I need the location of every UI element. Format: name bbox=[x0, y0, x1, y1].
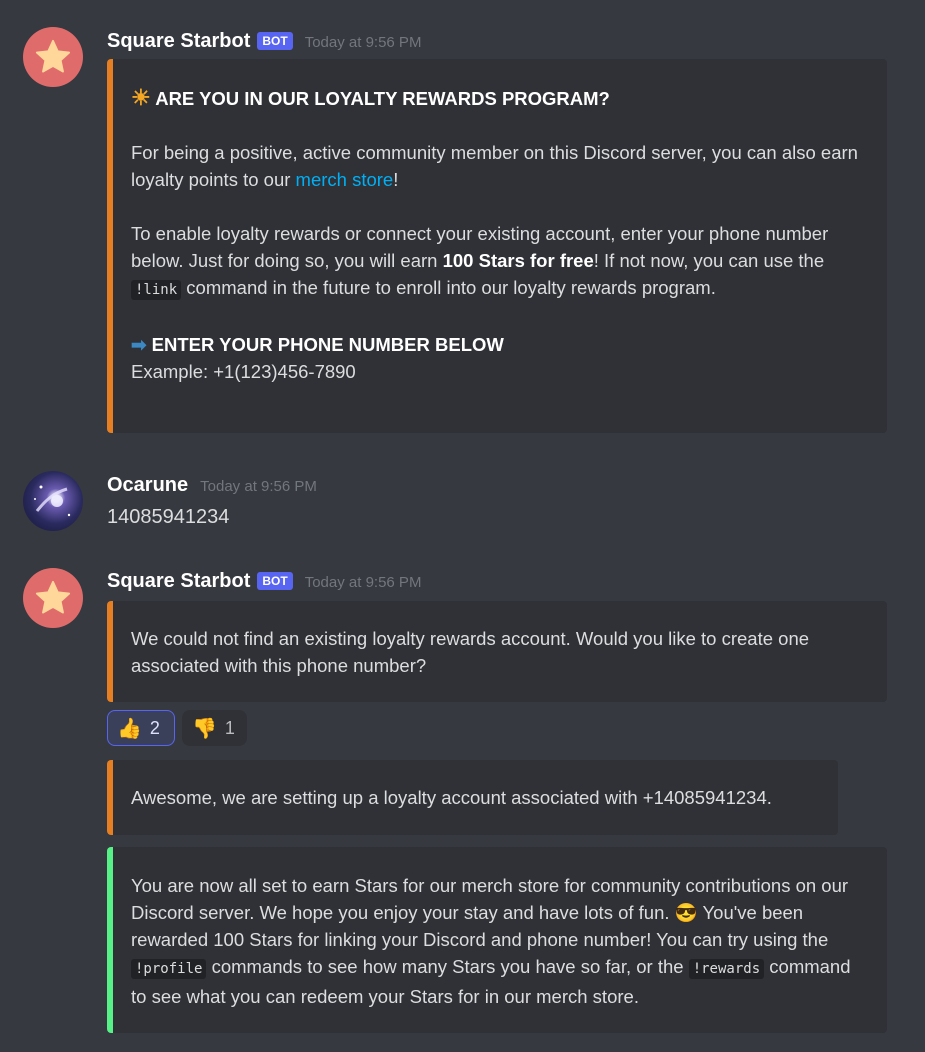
message-content: 14085941234 bbox=[107, 506, 230, 528]
success-embed: You are now all set to earn Stars for ou… bbox=[107, 847, 887, 1033]
p1-end: ! bbox=[393, 169, 399, 190]
timestamp: Today at 9:56 PM bbox=[200, 478, 317, 495]
star-icon bbox=[35, 580, 71, 614]
timestamp: Today at 9:56 PM bbox=[304, 34, 422, 51]
bot-tag: BOT bbox=[257, 572, 293, 590]
username[interactable]: Square Starbot bbox=[107, 570, 250, 593]
subtitle-text: ENTER YOUR PHONE NUMBER BELOW bbox=[151, 334, 504, 355]
thumbs-up-icon: 👍 bbox=[117, 717, 142, 740]
thumbs-down-icon: 👎 bbox=[192, 717, 217, 740]
bot-avatar[interactable] bbox=[23, 568, 83, 628]
sunglasses-emoji-icon: 😎 bbox=[674, 902, 698, 923]
message-header: Square Starbot BOT Today at 9:56 PM bbox=[107, 570, 421, 593]
sun-icon: ☀ bbox=[131, 85, 151, 110]
embed-accent-bar bbox=[107, 601, 113, 702]
p2-text-3: command in the future to enroll into our… bbox=[181, 277, 716, 298]
reaction-count: 1 bbox=[224, 717, 235, 738]
embed-paragraph-2: To enable loyalty rewards or connect you… bbox=[131, 220, 865, 304]
p1-text: For being a positive, active community m… bbox=[131, 142, 858, 190]
username[interactable]: Square Starbot bbox=[107, 30, 250, 53]
reaction-count: 2 bbox=[149, 717, 160, 738]
star-icon bbox=[35, 39, 71, 73]
no-account-embed: We could not find an existing loyalty re… bbox=[107, 601, 887, 702]
p2-text-2: ! If not now, you can use the bbox=[593, 250, 825, 271]
embed-title-text: ARE YOU IN OUR LOYALTY REWARDS PROGRAM? bbox=[155, 88, 610, 109]
merch-store-link[interactable]: merch store bbox=[296, 169, 394, 190]
reaction-thumbs-down[interactable]: 👎 1 bbox=[182, 710, 247, 746]
embed-text: Awesome, we are setting up a loyalty acc… bbox=[131, 787, 772, 808]
link-command-code: !link bbox=[131, 280, 182, 300]
message-header: Square Starbot BOT Today at 9:56 PM bbox=[107, 30, 421, 53]
bot-tag: BOT bbox=[257, 32, 293, 50]
setup-embed: Awesome, we are setting up a loyalty acc… bbox=[107, 760, 838, 835]
embed-text: You are now all set to earn Stars for ou… bbox=[131, 872, 865, 1010]
p2-bold: 100 Stars for free bbox=[442, 250, 594, 271]
reaction-thumbs-up[interactable]: 👍 2 bbox=[107, 710, 175, 746]
embed-accent-bar bbox=[107, 59, 113, 433]
loyalty-embed: ☀ ARE YOU IN OUR LOYALTY REWARDS PROGRAM… bbox=[107, 59, 887, 433]
embed-accent-bar bbox=[107, 847, 113, 1033]
bot-avatar[interactable] bbox=[23, 27, 83, 87]
user-avatar[interactable] bbox=[23, 471, 83, 531]
message-header: Ocarune Today at 9:56 PM bbox=[107, 474, 317, 497]
embed-text: We could not find an existing loyalty re… bbox=[131, 628, 810, 676]
embed-accent-bar bbox=[107, 760, 113, 835]
galaxy-avatar bbox=[34, 485, 71, 517]
embed-example: Example: +1(123)456-7890 bbox=[131, 361, 356, 382]
username[interactable]: Ocarune bbox=[107, 474, 188, 497]
profile-command-code: !profile bbox=[131, 959, 207, 979]
timestamp: Today at 9:56 PM bbox=[304, 574, 422, 591]
rewards-command-code: !rewards bbox=[688, 959, 765, 979]
embed-subtitle: ➡ ENTER YOUR PHONE NUMBER BELOW bbox=[131, 331, 865, 358]
embed-title: ☀ ARE YOU IN OUR LOYALTY REWARDS PROGRAM… bbox=[131, 84, 865, 112]
success-text-3: commands to see how many Stars you have … bbox=[206, 956, 689, 977]
embed-paragraph-1: For being a positive, active community m… bbox=[131, 139, 865, 193]
arrow-into-box-icon: ➡ bbox=[131, 334, 147, 355]
